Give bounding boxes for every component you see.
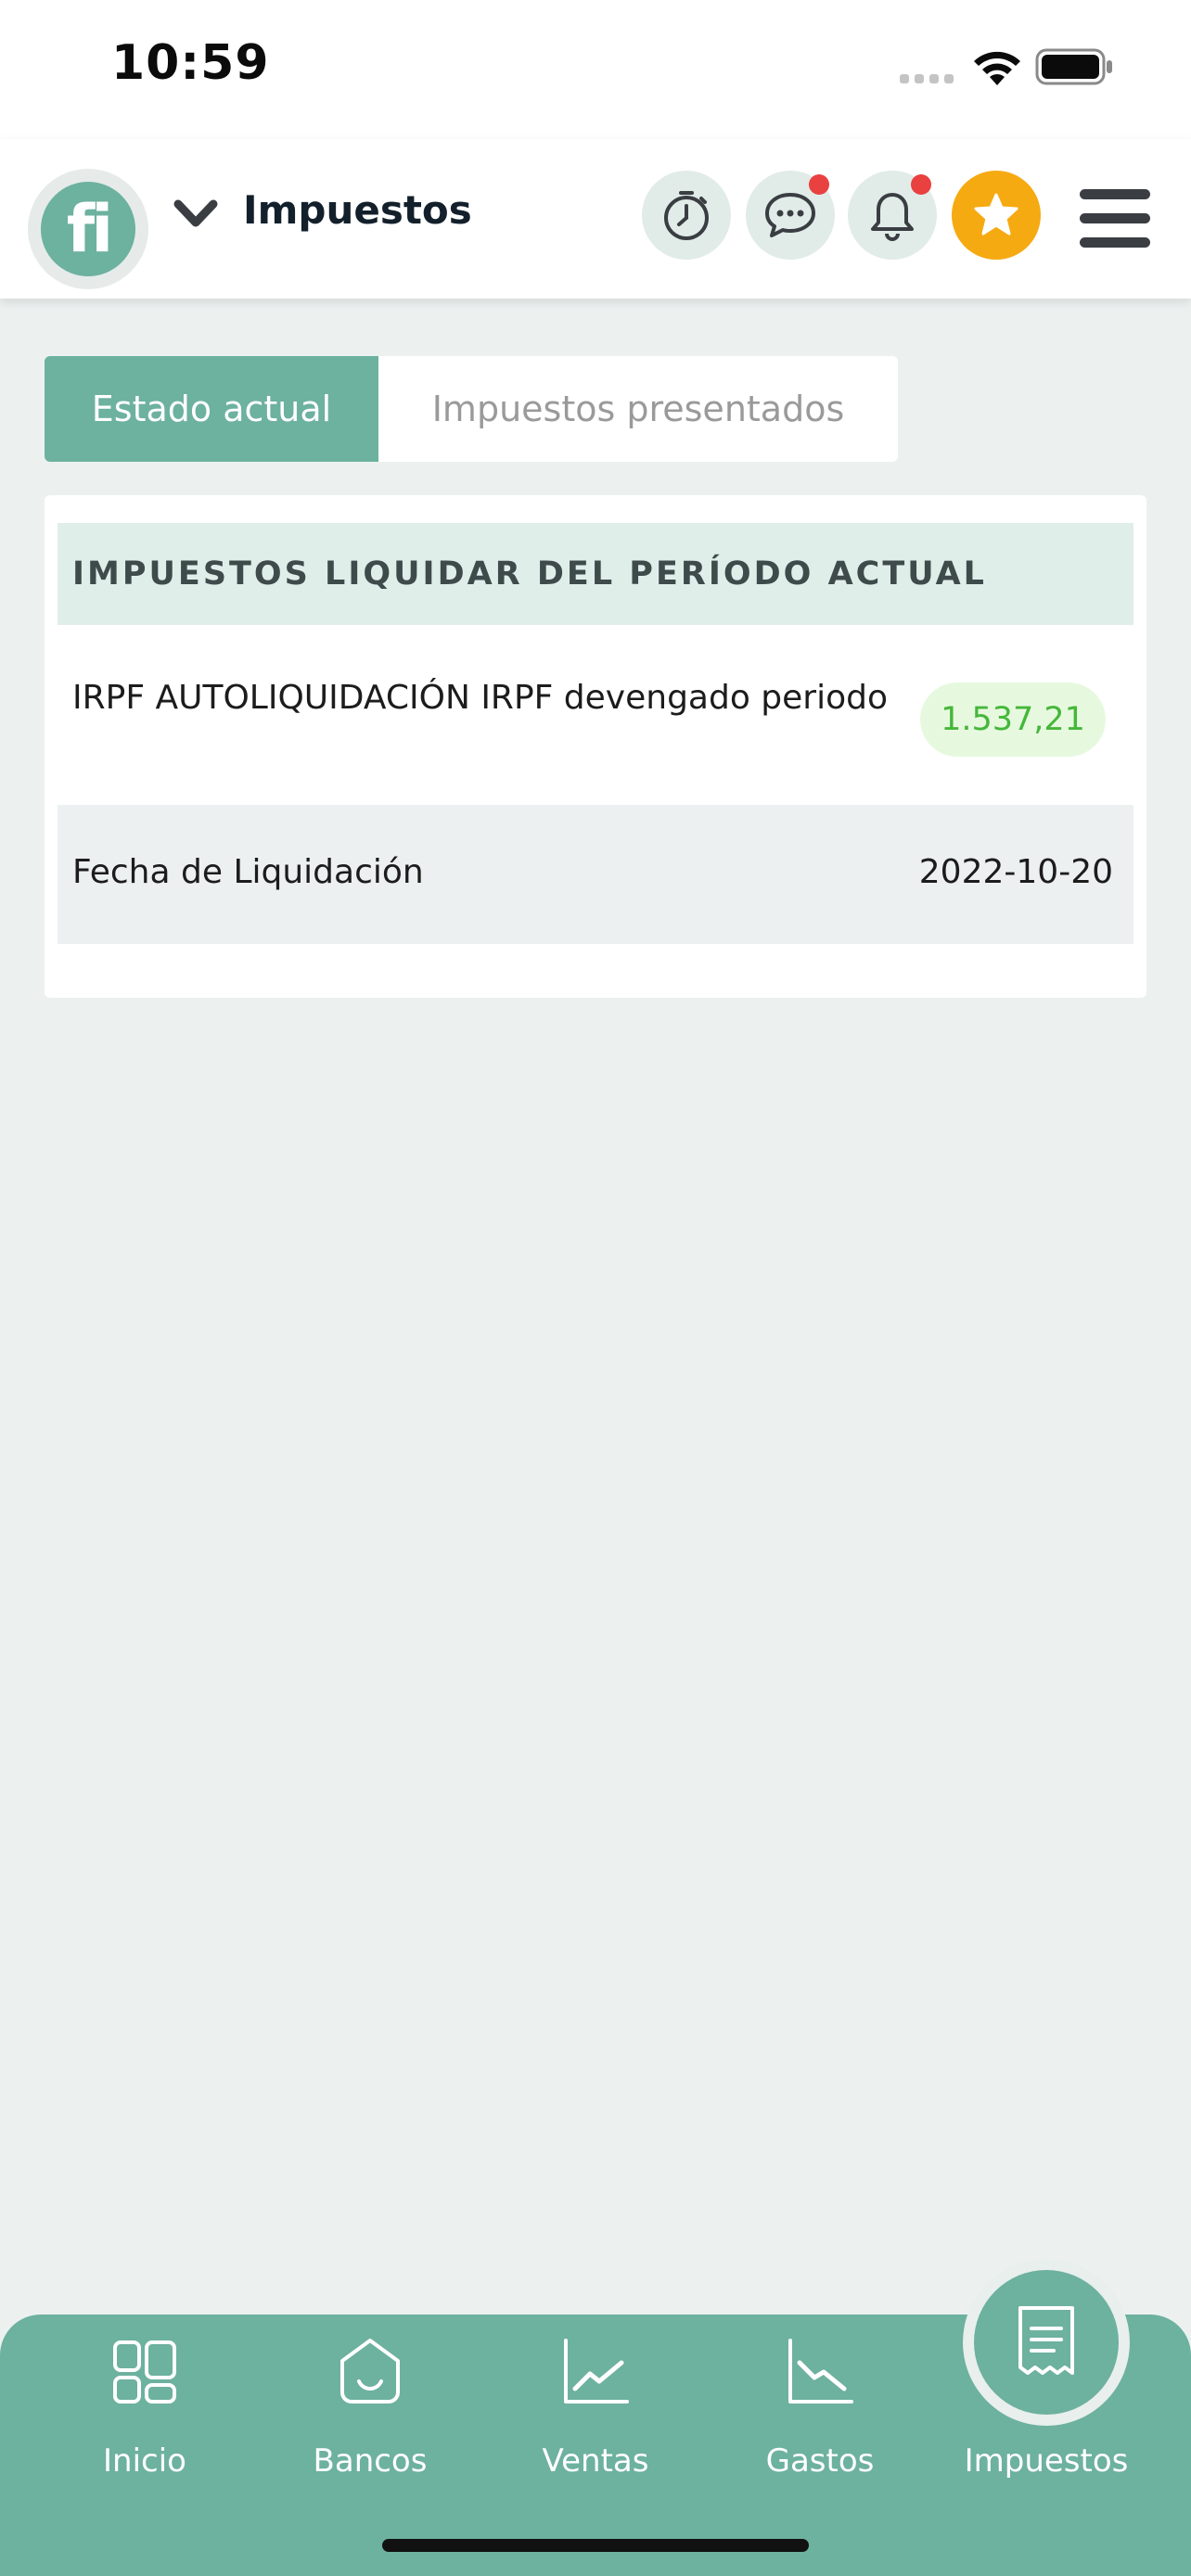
card-header: IMPUESTOS LIQUIDAR DEL PERÍODO ACTUAL — [58, 523, 1133, 625]
wifi-icon — [974, 51, 1020, 85]
chat-icon — [765, 193, 815, 237]
timer-button[interactable] — [642, 171, 731, 260]
sales-chart-icon — [564, 2339, 629, 2404]
logo: fi — [41, 182, 135, 276]
notification-badge — [911, 174, 931, 195]
page-title[interactable]: Impuestos — [243, 187, 472, 233]
star-icon — [974, 193, 1018, 236]
nav-label-ventas: Ventas — [542, 2442, 649, 2480]
nav-label-gastos: Gastos — [765, 2442, 875, 2480]
home-indicator[interactable] — [382, 2539, 809, 2552]
settlement-date-label: Fecha de Liquidación — [72, 853, 424, 891]
tax-summary-card: IMPUESTOS LIQUIDAR DEL PERÍODO ACTUAL IR… — [45, 495, 1146, 998]
favorites-button[interactable] — [952, 171, 1041, 260]
chat-notification-badge — [809, 174, 829, 195]
chevron-down-icon[interactable] — [173, 197, 219, 234]
app-screen: 10:59 fi Impuestos Estado actual Impuest… — [0, 0, 1191, 2576]
settlement-date-value: 2022-10-20 — [918, 853, 1113, 891]
nav-item-gastos[interactable]: Gastos — [709, 2315, 931, 2537]
menu-icon[interactable] — [1080, 189, 1150, 249]
battery-icon — [1035, 48, 1112, 85]
chat-button[interactable] — [746, 171, 835, 260]
nav-label-impuestos: Impuestos — [964, 2442, 1129, 2480]
expenses-chart-icon — [788, 2339, 853, 2404]
impuestos-fab[interactable] — [963, 2259, 1130, 2426]
nav-item-ventas[interactable]: Ventas — [484, 2315, 707, 2537]
nav-label-bancos: Bancos — [313, 2442, 428, 2480]
tab-bar: Estado actual Impuestos presentados — [45, 356, 898, 462]
timer-icon — [664, 191, 709, 240]
bank-icon — [340, 2339, 400, 2404]
card-heading: IMPUESTOS LIQUIDAR DEL PERÍODO ACTUAL — [72, 555, 987, 593]
cellular-signal-icon — [900, 74, 954, 83]
nav-label-inicio: Inicio — [103, 2442, 186, 2480]
dashboard-icon — [113, 2340, 176, 2404]
notifications-button[interactable] — [848, 171, 937, 260]
tax-row[interactable]: IRPF AUTOLIQUIDACIÓN IRPF devengado peri… — [58, 625, 1133, 801]
status-bar: 10:59 — [0, 0, 1191, 139]
bell-icon — [871, 193, 914, 241]
receipt-icon — [1018, 2306, 1074, 2375]
status-time: 10:59 — [111, 35, 270, 91]
tab-impuestos-presentados[interactable]: Impuestos presentados — [378, 356, 898, 462]
nav-item-inicio[interactable]: Inicio — [33, 2315, 256, 2537]
tax-row-label: IRPF AUTOLIQUIDACIÓN IRPF devengado peri… — [72, 679, 889, 717]
app-header: fi Impuestos — [0, 139, 1191, 299]
nav-item-bancos[interactable]: Bancos — [259, 2315, 481, 2537]
settlement-date-row: Fecha de Liquidación 2022-10-20 — [58, 805, 1133, 944]
tax-amount-badge: 1.537,21 — [920, 682, 1106, 757]
tab-estado-actual[interactable]: Estado actual — [45, 356, 378, 462]
impuestos-fab-inner — [974, 2270, 1119, 2415]
company-logo-button[interactable]: fi — [28, 169, 148, 289]
